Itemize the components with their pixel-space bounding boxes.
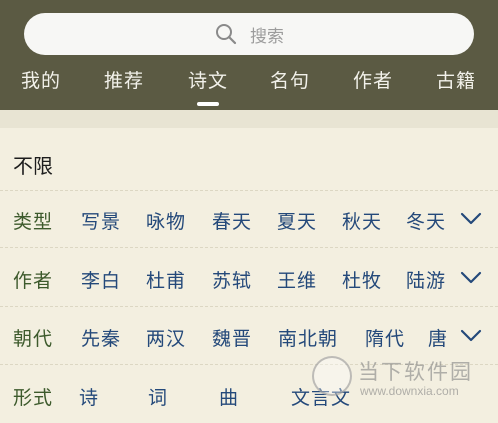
filter-option[interactable]: 陆游 xyxy=(406,266,446,293)
filter-option[interactable]: 南北朝 xyxy=(278,324,338,351)
divider xyxy=(0,190,498,191)
watermark-title: 当下软件园 xyxy=(358,360,473,384)
filter-option[interactable]: 魏晋 xyxy=(212,324,252,351)
filter-option[interactable]: 冬天 xyxy=(406,207,446,234)
divider xyxy=(0,247,498,248)
tab-classics[interactable]: 古籍 xyxy=(436,66,476,93)
filter-option[interactable]: 杜牧 xyxy=(342,266,382,293)
filter-row-label-dynasty: 朝代 xyxy=(13,328,54,350)
filter-option[interactable]: 咏物 xyxy=(146,207,186,234)
search-placeholder: 搜索 xyxy=(250,26,284,47)
tab-mine[interactable]: 我的 xyxy=(21,66,61,93)
tab-authors[interactable]: 作者 xyxy=(353,66,393,93)
chevron-down-icon[interactable] xyxy=(460,271,482,285)
filter-row-label-author: 作者 xyxy=(13,270,54,292)
watermark-logo-icon xyxy=(312,356,352,396)
filter-option[interactable]: 春天 xyxy=(212,207,252,234)
watermark: 当下软件园 www.downxia.com xyxy=(312,352,498,423)
filter-option[interactable]: 曲 xyxy=(219,383,239,410)
filter-option[interactable]: 词 xyxy=(148,383,168,410)
filter-option[interactable]: 唐 xyxy=(428,324,448,351)
filter-option[interactable]: 夏天 xyxy=(277,207,317,234)
filter-option[interactable]: 秋天 xyxy=(342,207,382,234)
header-shadow-strip xyxy=(0,110,498,128)
header-bar: 搜索 我的 推荐 诗文 名句 作者 古籍 xyxy=(0,0,498,110)
watermark-url: www.downxia.com xyxy=(360,384,459,398)
filter-row-label-form: 形式 xyxy=(13,387,54,409)
filter-option[interactable]: 写景 xyxy=(81,207,121,234)
tab-bar: 我的 推荐 诗文 名句 作者 古籍 xyxy=(0,66,498,106)
search-icon xyxy=(216,24,237,45)
filter-option[interactable]: 先秦 xyxy=(81,324,121,351)
filter-unlimited[interactable]: 不限 xyxy=(13,150,53,179)
chevron-down-icon[interactable] xyxy=(460,212,482,226)
active-tab-indicator xyxy=(197,102,219,106)
filter-option[interactable]: 苏轼 xyxy=(212,266,252,293)
filter-option[interactable]: 杜甫 xyxy=(146,266,186,293)
filter-option[interactable]: 隋代 xyxy=(365,324,405,351)
filter-option[interactable]: 李白 xyxy=(81,266,121,293)
filter-row-label-type: 类型 xyxy=(13,211,54,233)
tab-poems[interactable]: 诗文 xyxy=(188,66,228,93)
tab-recommend[interactable]: 推荐 xyxy=(104,66,144,93)
tab-famous-lines[interactable]: 名句 xyxy=(270,66,310,93)
filter-option[interactable]: 王维 xyxy=(277,266,317,293)
filter-option[interactable]: 诗 xyxy=(79,383,99,410)
filter-option[interactable]: 两汉 xyxy=(146,324,186,351)
chevron-down-icon[interactable] xyxy=(460,329,482,343)
divider xyxy=(0,306,498,307)
search-bar[interactable]: 搜索 xyxy=(24,13,474,55)
